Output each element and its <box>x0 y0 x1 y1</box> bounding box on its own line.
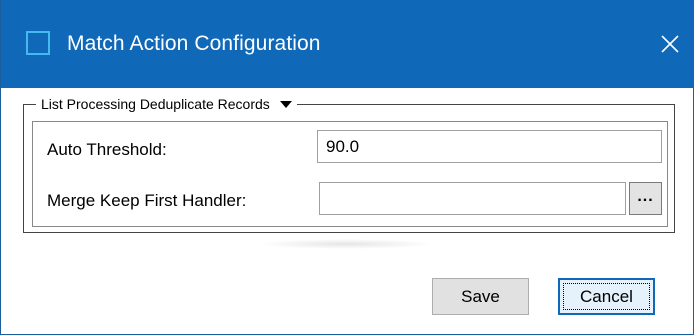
window-icon <box>26 31 50 55</box>
close-icon <box>661 35 679 53</box>
auto-threshold-label: Auto Threshold: <box>47 140 167 159</box>
merge-keep-first-handler-input[interactable] <box>319 182 626 215</box>
auto-threshold-input[interactable]: 90.0 <box>317 130 662 163</box>
caret-down-icon <box>279 101 292 108</box>
save-button[interactable]: Save <box>432 278 529 315</box>
cancel-button[interactable]: Cancel <box>558 278 655 315</box>
title-bar[interactable]: Match Action Configuration <box>1 0 694 88</box>
dialog-title: Match Action Configuration <box>67 32 321 55</box>
divider <box>256 239 436 249</box>
group-title: List Processing Deduplicate Records <box>41 96 270 112</box>
fields-panel: Auto Threshold: 90.0 Merge Keep First Ha… <box>32 121 668 227</box>
deduplicate-group: List Processing Deduplicate Records Auto… <box>23 95 675 233</box>
cancel-button-label: Cancel <box>580 286 633 306</box>
group-header-toggle[interactable]: List Processing Deduplicate Records <box>36 95 297 113</box>
dialog-window: Match Action Configuration List Processi… <box>0 0 694 335</box>
browse-button[interactable]: ... <box>629 182 662 215</box>
close-button[interactable] <box>645 22 694 66</box>
merge-keep-first-handler-label: Merge Keep First Handler: <box>47 191 247 210</box>
save-button-label: Save <box>461 286 500 306</box>
